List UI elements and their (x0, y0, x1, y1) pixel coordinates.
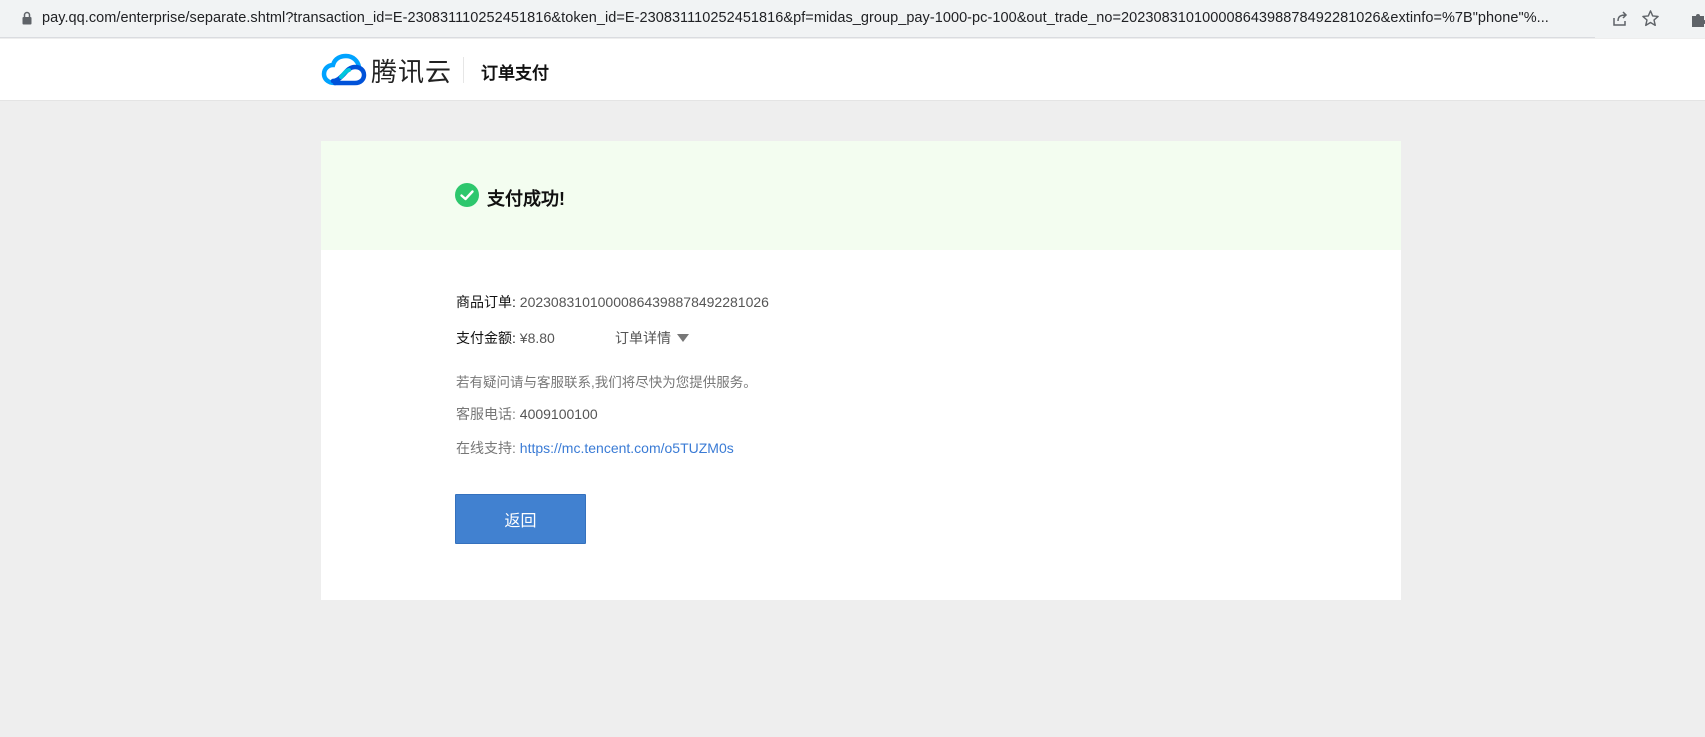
tencent-cloud-logo[interactable]: 腾讯云 (321, 51, 452, 89)
site-header: 腾讯云 订单支付 (0, 39, 1705, 101)
amount-label: 支付金额: (456, 330, 516, 346)
payment-success-message: 支付成功! (487, 189, 565, 209)
online-support-label: 在线支持: (456, 440, 516, 456)
online-support-link[interactable]: https://mc.tencent.com/o5TUZM0s (520, 440, 734, 456)
order-details-label: 订单详情 (615, 330, 671, 346)
share-icon[interactable] (1611, 10, 1629, 28)
address-bar-actions (1595, 0, 1705, 38)
order-label: 商品订单: (456, 294, 516, 310)
payment-amount-row: 支付金额: ¥8.80 (456, 328, 555, 348)
support-notice: 若有疑问请与客服联系,我们将尽快为您提供服务。 (456, 375, 757, 390)
payment-result-card: 支付成功! 商品订单: 2023083101000086439887849228… (321, 141, 1401, 600)
phone-label: 客服电话: (456, 406, 516, 422)
success-banner: 支付成功! (321, 141, 1401, 250)
extensions-icon[interactable] (1690, 10, 1705, 28)
lock-icon[interactable] (22, 11, 32, 25)
support-phone: 4009100100 (519, 406, 598, 422)
browser-address-bar: pay.qq.com/enterprise/separate.shtml?tra… (0, 0, 1705, 38)
back-button[interactable]: 返回 (455, 494, 586, 544)
cloud-logo-icon (321, 53, 367, 86)
brand-name: 腾讯云 (371, 56, 453, 87)
support-phone-row: 客服电话: 4009100100 (456, 404, 598, 424)
order-number-row: 商品订单: 20230831010000864398878492281026 (456, 292, 769, 312)
payment-amount: ¥8.80 (519, 330, 555, 346)
order-number: 20230831010000864398878492281026 (519, 294, 769, 310)
order-details-toggle[interactable]: 订单详情 (615, 328, 689, 348)
online-support-row: 在线支持: https://mc.tencent.com/o5TUZM0s (456, 438, 734, 458)
url-text[interactable]: pay.qq.com/enterprise/separate.shtml?tra… (42, 10, 1602, 26)
caret-down-icon (677, 334, 689, 342)
header-divider (463, 57, 464, 83)
star-icon[interactable] (1641, 9, 1660, 28)
page-title: 订单支付 (481, 64, 549, 83)
check-circle-icon (455, 183, 479, 207)
